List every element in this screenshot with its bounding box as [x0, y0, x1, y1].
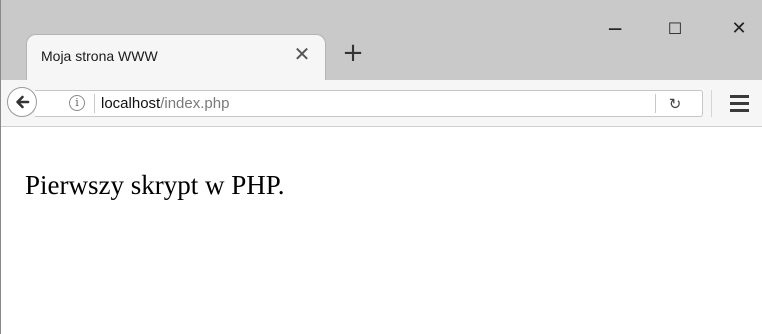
page-content: Pierwszy skrypt w PHP.	[1, 127, 762, 334]
url-host: localhost	[101, 95, 161, 112]
page-text: Pierwszy skrypt w PHP.	[25, 170, 285, 200]
url-path: /index.php	[160, 95, 230, 112]
reload-icon[interactable]: ↻	[663, 93, 687, 115]
url-divider	[94, 94, 95, 113]
menu-divider	[711, 90, 712, 117]
navigation-bar: i localhost/index.php ↻	[1, 80, 762, 127]
close-window-button[interactable]: ✕	[719, 14, 759, 44]
back-arrow-icon	[16, 95, 30, 109]
url-text[interactable]: localhost/index.php	[101, 95, 229, 112]
minimize-button[interactable]: ─	[595, 14, 635, 44]
maximize-button[interactable]: ☐	[655, 14, 695, 44]
address-bar[interactable]: i localhost/index.php ↻	[35, 90, 703, 117]
info-icon[interactable]: i	[69, 95, 85, 111]
back-button[interactable]	[7, 87, 37, 117]
hamburger-menu-icon[interactable]	[726, 88, 754, 118]
new-tab-button[interactable]: +	[340, 38, 366, 68]
reload-divider	[655, 94, 656, 113]
browser-tab[interactable]: Moja strona WWW ✕	[27, 35, 325, 80]
title-bar: Moja strona WWW ✕ + ─ ☐ ✕	[1, 0, 762, 80]
browser-window: Moja strona WWW ✕ + ─ ☐ ✕ i localhost/in…	[0, 0, 762, 334]
tab-close-icon[interactable]: ✕	[292, 44, 312, 64]
tab-title: Moja strona WWW	[41, 48, 158, 64]
